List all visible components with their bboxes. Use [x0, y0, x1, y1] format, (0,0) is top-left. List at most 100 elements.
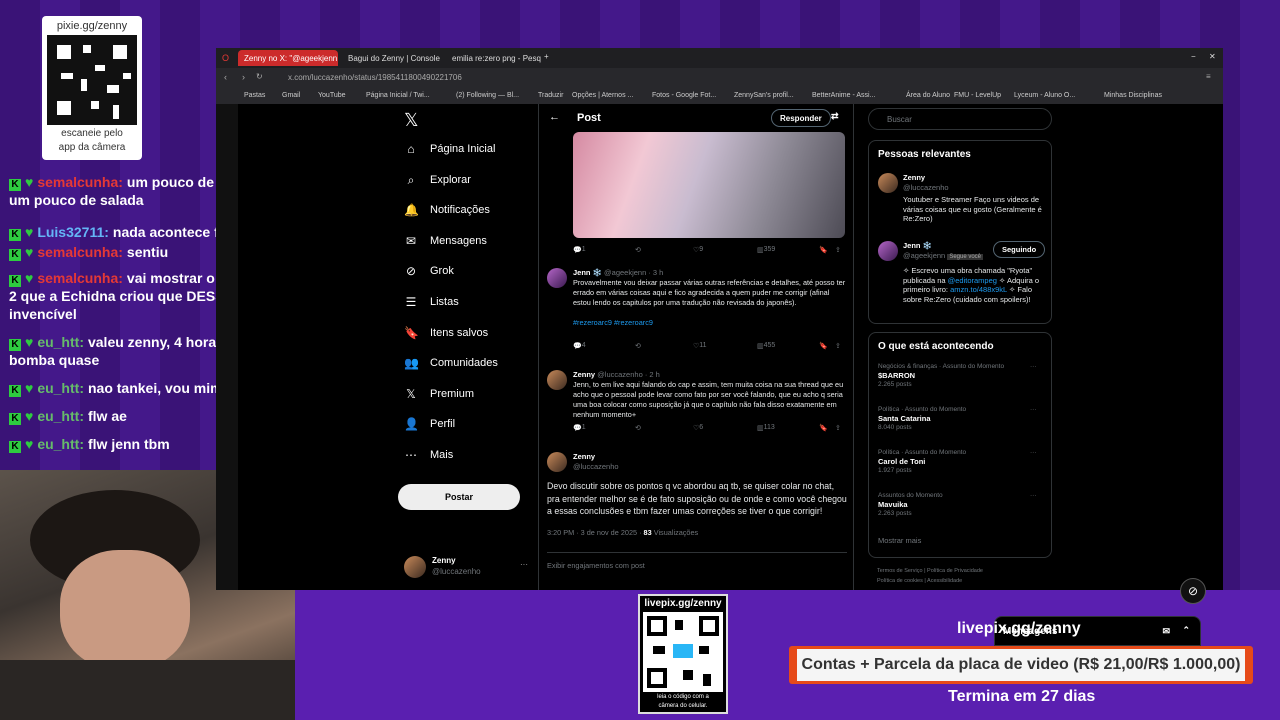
bookmark-item[interactable]: Traduzir [538, 92, 563, 99]
url-field[interactable]: x.com/luccazenho/status/1985411800490221… [288, 71, 988, 85]
trend-item[interactable]: Política · Assunto do Momento Santa Catar… [878, 406, 1037, 433]
repost-icon[interactable]: ⟲ [635, 246, 641, 254]
like-count[interactable]: ♡ 6 [693, 424, 703, 432]
share-icon[interactable]: ⇪ [835, 424, 841, 432]
bookmark-item[interactable]: Página Inicial / Twi... [366, 92, 430, 99]
share-icon[interactable]: ⇪ [835, 342, 841, 350]
post-image[interactable] [573, 132, 845, 238]
chat-username[interactable]: semalcunha: [37, 244, 123, 260]
chat-username[interactable]: semalcunha: [37, 174, 123, 190]
bookmark-item[interactable]: (2) Following — Bl... [456, 92, 519, 99]
repost-icon[interactable]: ⟲ [635, 424, 641, 432]
bookmark-icon[interactable]: 🔖 [819, 424, 828, 432]
back-arrow-icon[interactable]: ← [549, 111, 560, 123]
jenn-avatar[interactable] [878, 241, 898, 261]
close-window-icon[interactable]: ✕ [1209, 52, 1216, 61]
post-button[interactable]: Postar [398, 484, 520, 510]
view-count[interactable]: ▥ 455 [757, 342, 775, 350]
reply-count[interactable]: 💬 1 [573, 246, 586, 254]
trend-item[interactable]: Negócios & finanças · Assunto do Momento… [878, 363, 1037, 390]
reply-count[interactable]: 💬 1 [573, 424, 586, 432]
zenny-avatar[interactable] [547, 452, 567, 472]
footer-links-2[interactable]: Política de cookies | Acessibilidade [877, 576, 983, 586]
like-count[interactable]: ♡ 11 [693, 342, 707, 350]
bookmark-item[interactable]: Gmail [282, 92, 300, 99]
chat-username[interactable]: eu_htt: [37, 380, 84, 396]
view-engagements-link[interactable]: Exibir engajamentos com post [547, 551, 847, 571]
nav-item-home[interactable]: ⌂ Página Inicial [404, 142, 495, 156]
forward-icon[interactable]: › [242, 72, 245, 82]
search-input[interactable]: Buscar [868, 108, 1052, 130]
like-count[interactable]: ♡ 9 [693, 246, 703, 254]
nav-label: Grok [430, 265, 454, 278]
reply-settings-icon[interactable]: ⇄ [831, 111, 839, 122]
more-icon[interactable]: ··· [1030, 449, 1037, 458]
new-message-icon[interactable]: ✉ [1162, 626, 1170, 637]
nav-item-profile[interactable]: 👤 Perfil [404, 417, 455, 431]
tab-emilia-search[interactable]: emilia re:zero png - Pesq [446, 50, 546, 66]
bookmark-item[interactable]: BetterAnime - Assi... [812, 92, 875, 99]
zenny-avatar[interactable] [547, 370, 567, 390]
reply-button[interactable]: Responder [771, 109, 831, 127]
account-handle: @luccazenho [432, 567, 481, 576]
account-switcher[interactable]: Zenny @luccazenho ··· [404, 554, 534, 582]
bookmark-item[interactable]: Fotos - Google Fot... [652, 92, 716, 99]
nav-item-lists[interactable]: ☰ Listas [404, 295, 459, 309]
grok-icon[interactable]: ⊘ [1180, 578, 1206, 604]
nav-item-explore[interactable]: ⌕ Explorar [404, 173, 471, 188]
back-icon[interactable]: ‹ [224, 72, 227, 82]
tweet-hashtags[interactable]: #rezeroarc9 #rezeroarc9 [573, 318, 847, 328]
more-icon[interactable]: ··· [520, 560, 528, 569]
bookmark-item[interactable]: Pastas [244, 92, 265, 99]
reload-icon[interactable]: ↻ [256, 72, 263, 81]
jenn-avatar[interactable] [547, 268, 567, 288]
tab-console[interactable]: Bagui do Zenny | Console [342, 50, 442, 66]
following-button[interactable]: Seguindo [993, 241, 1046, 258]
view-count[interactable]: ▥ 359 [757, 246, 775, 254]
more-icon[interactable]: ··· [1030, 492, 1037, 501]
more-icon[interactable]: ··· [1030, 406, 1037, 415]
nav-item-messages[interactable]: ✉ Mensagens [404, 234, 487, 248]
view-count[interactable]: ▥ 113 [757, 424, 775, 432]
chat-username[interactable]: eu_htt: [37, 408, 84, 424]
chat-username[interactable]: semalcunha: [37, 270, 123, 286]
tweet-zenny-reply[interactable]: Zenny @luccazenho · 2 h Jenn, to em live… [547, 370, 847, 420]
bookmark-item[interactable]: ZennySan's profil... [734, 92, 794, 99]
show-more-link[interactable]: Mostrar mais [878, 536, 921, 546]
zenny-avatar[interactable] [878, 173, 898, 193]
tab-zenny-x[interactable]: Zenny no X: "@ageekjenn [238, 50, 338, 66]
address-bar: ‹ › ↻ x.com/luccazenho/status/1985411800… [216, 68, 1223, 88]
bookmark-item[interactable]: FMU - LevelUp [954, 92, 1001, 99]
more-icon[interactable]: ··· [1030, 363, 1037, 372]
heart-badge-icon: ♥ [25, 224, 34, 240]
nav-item-grok[interactable]: ⊘ Grok [404, 264, 454, 278]
nav-item-premium[interactable]: 𝕏 Premium [404, 387, 474, 401]
chat-username[interactable]: eu_htt: [37, 334, 84, 350]
chat-username[interactable]: Luis32711: [37, 224, 109, 240]
reply-count[interactable]: 💬 4 [573, 342, 586, 350]
footer-links-1[interactable]: Termos de Serviço | Política de Privacid… [877, 566, 983, 576]
bookmark-item[interactable]: YouTube [318, 92, 346, 99]
share-icon[interactable]: ⇪ [835, 246, 841, 254]
opera-logo-icon[interactable]: O [222, 53, 229, 63]
nav-item-more[interactable]: ⋯ Mais [404, 448, 453, 462]
nav-item-bookmarks[interactable]: 🔖 Itens salvos [404, 326, 488, 340]
bookmark-item[interactable]: Área do Aluno [906, 92, 950, 99]
nav-item-communities[interactable]: 👥 Comunidades [404, 356, 498, 370]
menu-icon[interactable]: ≡ [1206, 72, 1211, 81]
trend-item[interactable]: Assuntos do Momento Mavuika 2.263 posts ··· [878, 492, 1037, 519]
bookmark-item[interactable]: Minhas Disciplinas [1104, 92, 1162, 99]
bookmark-icon[interactable]: 🔖 [819, 246, 828, 254]
bookmark-item[interactable]: Opções | Aternos ... [572, 92, 633, 99]
minimize-icon[interactable]: − [1191, 52, 1196, 61]
trend-item[interactable]: Política · Assunto do Momento Carol de To… [878, 449, 1037, 476]
expand-icon[interactable]: ⌃ [1182, 625, 1190, 636]
repost-icon[interactable]: ⟲ [635, 342, 641, 350]
tweet-jenn[interactable]: Jenn ❄️ @ageekjenn · 3 h Provavelmente v… [547, 268, 847, 328]
new-tab-icon[interactable]: + [544, 52, 549, 61]
x-logo-icon[interactable]: 𝕏 [404, 110, 419, 131]
bookmark-item[interactable]: Lyceum - Aluno O... [1014, 92, 1075, 99]
bookmark-icon[interactable]: 🔖 [819, 342, 828, 350]
nav-item-notifications[interactable]: 🔔 Notificações [404, 203, 490, 217]
chat-username[interactable]: eu_htt: [37, 436, 84, 452]
